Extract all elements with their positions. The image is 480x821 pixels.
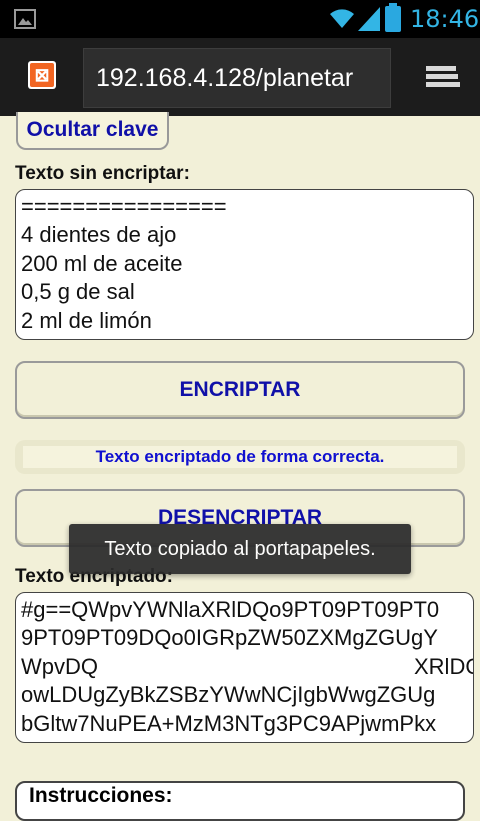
text-line: 0,5 g de sal	[21, 279, 135, 305]
text-line: 4 dientes de ajo	[21, 222, 177, 248]
text-line: ================	[21, 194, 227, 219]
text-line: bGltw7NuPEA+MzM3NTg3PC9APjwmPkx	[21, 710, 437, 736]
text-fragment: XRlDQ	[414, 653, 473, 679]
clock: 18:46	[410, 5, 480, 33]
battery-icon	[385, 3, 401, 32]
text-line-partial: WpvDQ XRlDQ	[21, 653, 473, 681]
text-line: #g==QWpvYWNlaXRlDQo9PT09PT09PT0	[21, 597, 440, 622]
tabs-icon[interactable]	[424, 64, 460, 92]
encrypted-text-area[interactable]: #g==QWpvYWNlaXRlDQo9PT09PT09PT0 9PT09PT0…	[15, 592, 474, 743]
text-line: owLDUgZyBkZSBzYWwNCjIgbWwgZGUg	[21, 682, 436, 708]
image-icon	[14, 9, 36, 29]
text-line: 9PT09PT09DQo0IGRpZW50ZXMgZGUgY	[21, 625, 438, 651]
status-message-box: Texto encriptado de forma correcta.	[15, 440, 465, 474]
status-message: Texto encriptado de forma correcta.	[23, 446, 457, 468]
app-icon-glyph: ⊠	[30, 63, 54, 87]
browser-toolbar: ⊠ 192.168.4.128/planetar	[0, 38, 480, 116]
instructions-label: Instrucciones:	[29, 784, 173, 807]
instructions-box: Instrucciones:	[15, 781, 465, 821]
url-field[interactable]: 192.168.4.128/planetar	[83, 48, 391, 108]
text-line: 200 ml de aceite	[21, 250, 183, 276]
page-content: Ocultar clave Texto sin encriptar: =====…	[0, 112, 480, 821]
signal-icon	[358, 7, 380, 31]
plain-text-area[interactable]: ================ 4 dientes de ajo 200 ml…	[15, 189, 474, 340]
encrypt-button[interactable]: ENCRIPTAR	[15, 361, 465, 419]
hide-key-button[interactable]: Ocultar clave	[16, 112, 169, 150]
status-bar: 18:46	[0, 0, 480, 38]
app-icon[interactable]: ⊠	[28, 61, 56, 89]
toast-message: Texto copiado al portapapeles.	[69, 524, 411, 574]
text-fragment: WpvDQ	[21, 653, 98, 679]
wifi-icon	[330, 9, 354, 28]
plain-text-label: Texto sin encriptar:	[15, 163, 190, 184]
text-line: 2 ml de limón	[21, 307, 152, 333]
